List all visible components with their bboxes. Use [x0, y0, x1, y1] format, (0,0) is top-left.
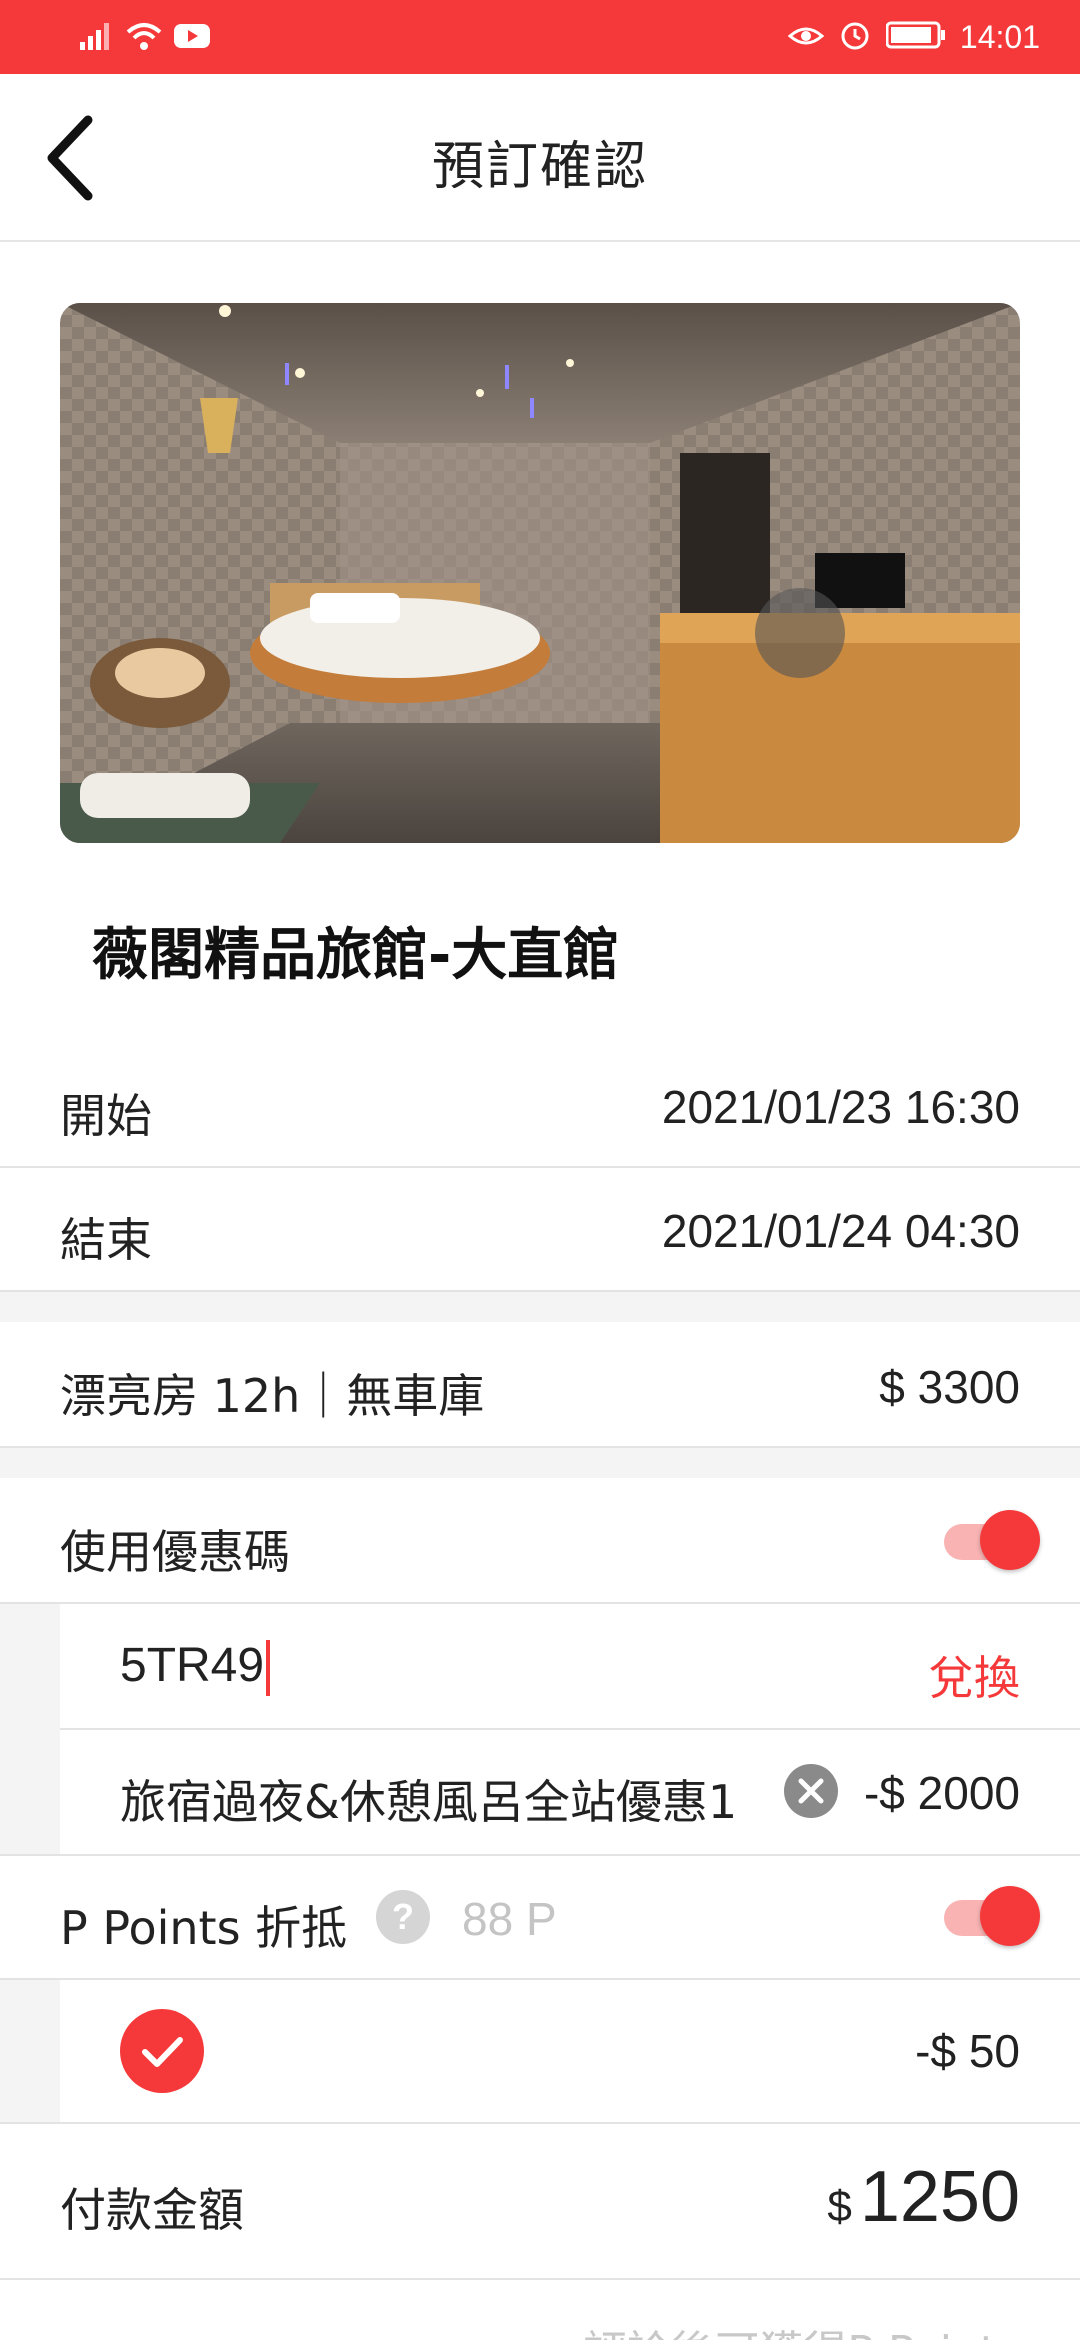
points-available: 88 P: [462, 1893, 557, 1945]
page-title: 預訂確認: [431, 137, 648, 197]
points-apply-checkbox[interactable]: [120, 2009, 204, 2093]
checkmark-icon: [120, 2037, 204, 2097]
toggle-knob: [980, 1886, 1040, 1946]
points-apply-row: -$ 50: [60, 1980, 1080, 2122]
room-plan-label: 漂亮房 12h｜無車庫: [60, 1369, 485, 1423]
divider: [0, 2278, 1080, 2280]
start-time-row: 開始 2021/01/23 16:30: [0, 1046, 1080, 1166]
indent-strip: [0, 1604, 60, 1854]
coupon-discount: -$ 2000: [863, 1767, 1020, 1819]
coupon-code-value: 5TR49: [120, 1639, 265, 1692]
status-time: 14:01: [959, 18, 1040, 55]
coupon-toggle[interactable]: [940, 1510, 1040, 1570]
end-time-row: 結束 2021/01/24 04:30: [0, 1168, 1080, 1290]
coupon-toggle-row: 使用優惠碼: [0, 1478, 1080, 1602]
alarm-icon: [838, 18, 872, 56]
payment-label: 付款金額: [60, 2183, 244, 2237]
applied-coupon-row: 旅宿過夜&休憩風呂全站優惠1 -$ 2000: [60, 1730, 1080, 1854]
wifi-icon: [124, 20, 164, 56]
end-label: 結束: [60, 1213, 152, 1267]
hotel-room-photo: [60, 303, 1020, 843]
hotel-name: 薇閣精品旅館-大直館: [92, 923, 620, 988]
start-label: 開始: [60, 1089, 152, 1143]
coupon-code-row: 5TR49 兌換: [60, 1604, 1080, 1728]
toggle-knob: [980, 1510, 1040, 1570]
payment-currency: $: [827, 2182, 852, 2231]
indent-strip: [0, 1980, 60, 2122]
payment-amount: $1250: [827, 2156, 1020, 2238]
battery-icon: [885, 20, 946, 54]
section-gap: [0, 1292, 1080, 1322]
close-icon: [784, 1778, 838, 1822]
points-toggle[interactable]: [940, 1886, 1040, 1946]
signal-icon: [80, 20, 114, 56]
room-plan-row: 漂亮房 12h｜無車庫 $ 3300: [0, 1322, 1080, 1446]
payment-row: 付款金額 $1250: [0, 2124, 1080, 2278]
text-caret: [266, 1640, 271, 1697]
applied-coupon-name: 旅宿過夜&休憩風呂全站優惠1: [120, 1775, 738, 1829]
room-price: $ 3300: [879, 1361, 1020, 1413]
start-value: 2021/01/23 16:30: [661, 1081, 1020, 1133]
youtube-icon: [174, 22, 210, 54]
points-label: P Points 折抵: [60, 1901, 348, 1955]
help-icon[interactable]: ?: [376, 1890, 430, 1944]
review-points-note: 評論後可獲得P Points: [583, 2316, 1020, 2340]
redeem-button[interactable]: 兌換: [928, 1642, 1020, 1708]
points-discount: -$ 50: [915, 2025, 1020, 2077]
remove-coupon-button[interactable]: [784, 1764, 838, 1818]
coupon-toggle-label: 使用優惠碼: [60, 1525, 290, 1579]
coupon-code-input[interactable]: 5TR49: [120, 1638, 271, 1697]
points-row: P Points 折抵 ? 88 P: [0, 1856, 1080, 1978]
payment-total: 1250: [859, 2157, 1020, 2237]
app-header: 預訂確認: [0, 74, 1080, 242]
status-right: 14:01: [787, 16, 1040, 58]
end-value: 2021/01/24 04:30: [661, 1205, 1020, 1257]
status-left: [80, 18, 210, 58]
eye-icon: [787, 20, 825, 54]
section-gap: [0, 1448, 1080, 1478]
status-bar: 14:01: [0, 0, 1080, 74]
